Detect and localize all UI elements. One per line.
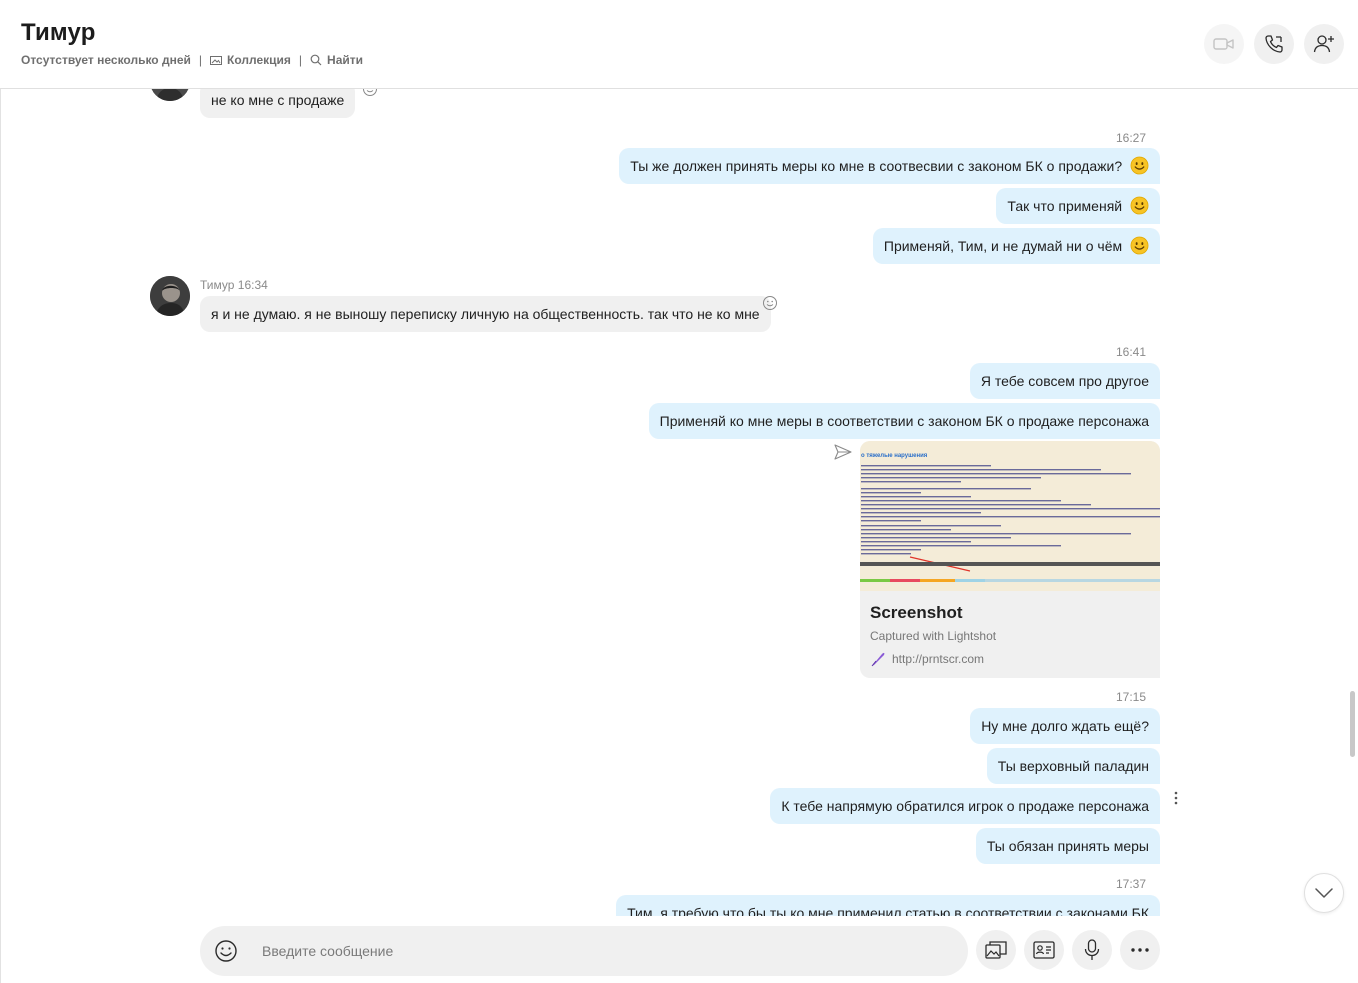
gallery-label: Коллекция [227,53,291,67]
lightshot-feather-icon [870,651,886,667]
timestamp: 17:37 [1115,877,1146,891]
add-person-icon [1313,35,1334,53]
gallery-link[interactable]: Коллекция [210,53,291,67]
message-bubble-outgoing[interactable]: Ты же должен принять меры ко мне в соотв… [619,148,1160,184]
link-preview-title: Screenshot [870,603,963,622]
smile-emoji-icon [1130,196,1149,215]
chat-subline: Отсутствует несколько дней | Коллекция |… [21,53,363,67]
more-options-button[interactable] [1120,930,1160,970]
sent-status-icon [834,443,852,461]
more-horizontal-icon [1131,948,1149,952]
sender-name-time: Тимур 16:34 [200,278,268,292]
timestamp: 16:27 [1115,131,1146,145]
contact-card-button[interactable] [1024,930,1064,970]
video-camera-icon [1213,38,1234,50]
media-gallery-button[interactable] [976,930,1016,970]
link-url-text: http://prntscr.com [892,652,985,666]
find-link[interactable]: Найти [310,53,363,67]
reaction-icon[interactable] [362,89,378,97]
message-bubble-outgoing[interactable]: Ты обязан принять меры [975,828,1160,864]
search-icon [310,54,322,66]
message-composer [200,926,968,976]
chat-title: Тимур [21,19,96,46]
message-input[interactable] [262,926,952,976]
message-text: Применяй, Тим, и не думай ни о чём [883,238,1123,254]
video-call-button[interactable] [1204,24,1244,64]
presence-status: Отсутствует несколько дней [21,53,191,67]
separator: | [298,53,303,67]
message-bubble-outgoing[interactable]: Ну мне долго ждать ещё? [970,708,1160,744]
message-more-options-button[interactable] [1170,790,1182,806]
chat-header: Тимур Отсутствует несколько дней | Колле… [0,0,1358,89]
scroll-to-bottom-button[interactable] [1304,873,1344,913]
message-bubble-outgoing[interactable]: Я тебе совсем про другое [969,363,1160,399]
more-vertical-icon [1174,791,1178,805]
image-gallery-icon [985,941,1007,959]
smile-emoji-icon [1130,156,1149,175]
message-text: Так что применяй [1007,198,1123,214]
link-preview-card[interactable]: о тяжелые нарушения Screenshot Captured … [860,441,1160,678]
message-bubble-outgoing[interactable]: Так что применяй [996,188,1160,224]
avatar[interactable] [150,276,190,316]
emoji-picker-button[interactable] [214,939,238,963]
timestamp: 17:15 [1115,690,1146,704]
phone-icon [1265,35,1283,53]
contact-card-icon [1033,941,1055,959]
message-list[interactable]: не ко мне с продаже 16:27 Ты же должен п… [0,89,1344,916]
message-bubble-outgoing[interactable]: Применяй, Тим, и не думай ни о чём [872,228,1160,264]
microphone-icon [1084,939,1100,960]
message-bubble-outgoing[interactable]: Тим, я требую что бы ты ко мне применил … [616,895,1160,916]
message-bubble-outgoing[interactable]: Применяй ко мне меры в соответствии с за… [648,403,1160,439]
timestamp: 16:41 [1115,345,1146,359]
message-bubble-incoming[interactable]: я и не думаю. я не выношу переписку личн… [200,296,771,332]
avatar[interactable] [150,89,190,101]
find-label: Найти [327,53,364,67]
smile-emoji-icon [1130,236,1149,255]
audio-call-button[interactable] [1254,24,1294,64]
message-bubble-outgoing[interactable]: К тебе напрямую обратился игрок о продаж… [770,788,1160,824]
gallery-icon [210,54,223,66]
voice-message-button[interactable] [1072,930,1112,970]
link-preview-thumbnail[interactable]: о тяжелые нарушения [860,441,1160,591]
reaction-icon[interactable] [762,295,778,311]
link-preview-url[interactable]: http://prntscr.com [870,651,984,667]
message-bubble-incoming[interactable]: не ко мне с продаже [200,89,356,118]
message-bubble-outgoing[interactable]: Ты верховный паладин [986,748,1160,784]
scrollbar-track[interactable] [1348,89,1356,983]
chevron-down-icon [1315,888,1333,898]
message-text: Ты же должен принять меры ко мне в соотв… [630,158,1123,174]
scrollbar-thumb[interactable] [1350,691,1355,757]
link-preview-description: Captured with Lightshot [870,629,997,643]
smiley-icon [215,940,237,962]
add-participant-button[interactable] [1304,24,1344,64]
separator: | [198,53,203,67]
